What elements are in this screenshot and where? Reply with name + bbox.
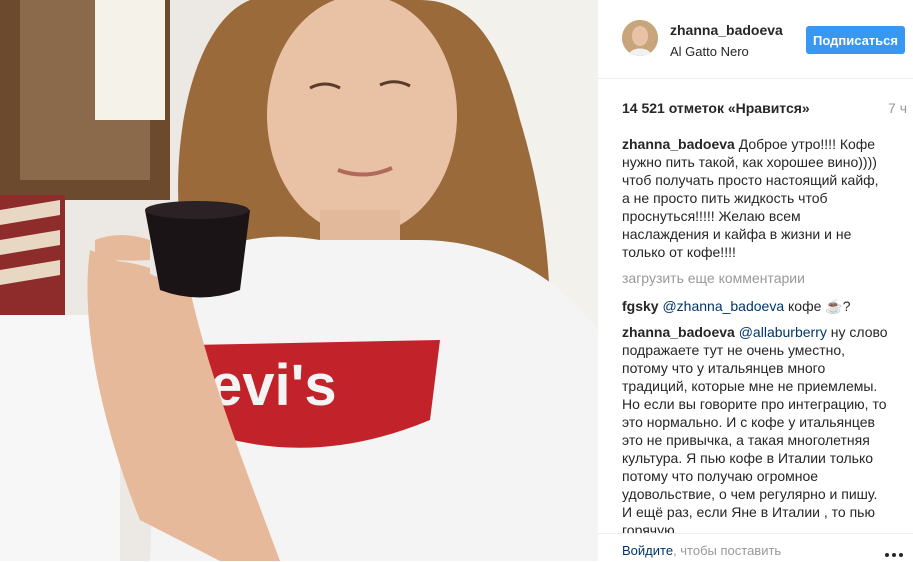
- comment-item: fgsky @zhanna_badoeva кофе ☕?: [622, 297, 890, 315]
- comment-text: ну слово подражаете тут не очень уместно…: [622, 324, 888, 533]
- avatar[interactable]: [622, 20, 658, 56]
- post-sidebar: zhanna_badoeva Al Gatto Nero Подписаться…: [598, 0, 913, 562]
- comment-mention[interactable]: @zhanna_badoeva: [662, 298, 784, 314]
- post-photo[interactable]: evi's: [0, 0, 598, 561]
- follow-button[interactable]: Подписаться: [806, 26, 905, 54]
- comment-mention[interactable]: @allaburberry: [739, 324, 827, 340]
- comment-text: кофе ☕?: [788, 298, 851, 314]
- comment-username[interactable]: zhanna_badoeva: [622, 324, 735, 340]
- login-prompt-text: , чтобы поставить: [673, 543, 782, 558]
- more-options-icon[interactable]: [885, 544, 907, 557]
- comment-username[interactable]: fgsky: [622, 298, 659, 314]
- shirt-logo-text: evi's: [210, 353, 337, 418]
- post-time[interactable]: 7 ч: [888, 100, 907, 116]
- comment-caption: zhanna_badoeva Доброе утро!!!! Кофе нужн…: [622, 135, 890, 261]
- post-header: zhanna_badoeva Al Gatto Nero Подписаться: [598, 0, 913, 79]
- load-more-comments[interactable]: загрузить еще комментарии: [622, 269, 890, 287]
- login-link[interactable]: Войдите: [622, 543, 673, 558]
- login-prompt: Войдите, чтобы поставить: [622, 543, 781, 558]
- username-link[interactable]: zhanna_badoeva: [670, 22, 783, 38]
- photo-illustration: evi's: [0, 0, 598, 561]
- comments-list: zhanna_badoeva Доброе утро!!!! Кофе нужн…: [622, 135, 890, 533]
- post-footer: Войдите, чтобы поставить: [598, 533, 913, 562]
- avatar-image: [622, 20, 658, 56]
- comment-item: zhanna_badoeva @allaburberry ну слово по…: [622, 323, 890, 533]
- comment-username[interactable]: zhanna_badoeva: [622, 136, 735, 152]
- comment-text: Доброе утро!!!! Кофе нужно пить такой, к…: [622, 136, 879, 260]
- location-link[interactable]: Al Gatto Nero: [670, 44, 749, 59]
- likes-count[interactable]: 14 521 отметок «Нравится»: [622, 100, 810, 116]
